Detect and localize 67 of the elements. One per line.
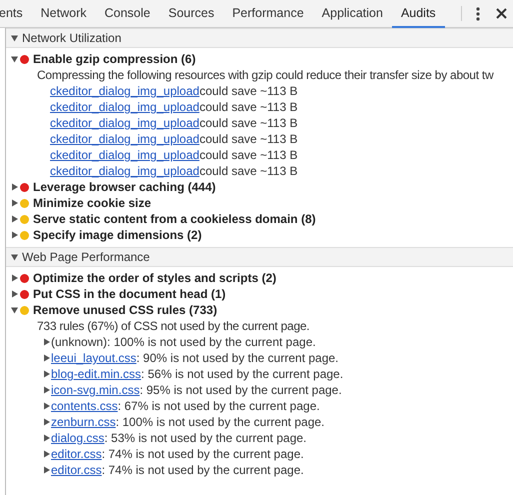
entry-text: (unknown): 100% is not used by the current page.	[51, 334, 316, 351]
disclosure-triangle-icon[interactable]	[11, 274, 18, 282]
entry-text: could save ~113 B	[199, 163, 298, 180]
rule-title[interactable]: Remove unused CSS rules (733)	[33, 301, 218, 319]
resource-link[interactable]: leeui_layout.css	[51, 349, 136, 367]
section-title: Web Page Performance	[22, 249, 150, 266]
disclosure-triangle-icon[interactable]	[43, 434, 50, 442]
resource-link[interactable]: ckeditor_dialog_img_upload	[50, 146, 200, 164]
entry-text: : 100% is not used by the current page.	[116, 414, 325, 431]
entry-text: could save ~113 B	[199, 83, 298, 100]
disclosure-triangle-icon[interactable]	[11, 290, 18, 298]
entry-text: could save ~113 B	[199, 147, 298, 164]
rule-title[interactable]: Serve static content from a cookieless domain (8)	[33, 210, 316, 228]
resource-link[interactable]: blog-edit.min.css	[51, 365, 142, 383]
disclosure-triangle-icon[interactable]	[11, 183, 18, 191]
resource-link[interactable]: ckeditor_dialog_img_upload	[50, 130, 200, 148]
resource-link[interactable]: icon-svg.min.css	[51, 381, 140, 399]
entry-text: : 95% is not used by the current page.	[140, 382, 342, 399]
disclosure-triangle-icon[interactable]	[11, 253, 18, 261]
entry-text: : 90% is not used by the current page.	[136, 350, 339, 367]
rule-title[interactable]: Enable gzip compression (6)	[33, 50, 196, 68]
rule-title[interactable]: Leverage browser caching (444)	[33, 178, 216, 196]
resource-link[interactable]: editor.css	[51, 461, 102, 479]
disclosure-triangle-icon[interactable]	[43, 370, 50, 378]
tab[interactable]: Console	[95, 0, 160, 28]
rule-title[interactable]: Put CSS in the document head (1)	[33, 285, 226, 303]
disclosure-triangle-icon[interactable]	[11, 231, 18, 239]
disclosure-triangle-icon[interactable]	[11, 215, 18, 223]
resource-link[interactable]: dialog.css	[51, 429, 104, 447]
resource-link[interactable]: ckeditor_dialog_img_upload	[50, 114, 200, 132]
entry-text: could save ~113 B	[199, 131, 298, 148]
section-title: Network Utilization	[22, 30, 122, 47]
disclosure-triangle-icon[interactable]	[11, 55, 18, 63]
section-header[interactable]: Web Page Performance	[6, 247, 513, 267]
disclosure-triangle-icon[interactable]	[43, 338, 50, 346]
entry-text: : 56% is not used by the current page.	[141, 366, 344, 383]
disclosure-triangle-icon[interactable]	[11, 199, 18, 207]
entry-text: : 53% is not used by the current page.	[104, 430, 306, 447]
disclosure-triangle-icon[interactable]	[43, 402, 50, 410]
entry-text: could save ~113 B	[199, 115, 298, 132]
resource-link[interactable]: zenburn.css	[51, 413, 116, 431]
resource-link[interactable]: editor.css	[51, 445, 102, 463]
section-header[interactable]: Network Utilization	[6, 28, 513, 48]
disclosure-triangle-icon[interactable]	[43, 450, 50, 458]
entry-text: : 67% is not used by the current page.	[118, 398, 320, 415]
resource-link[interactable]: ckeditor_dialog_img_upload	[50, 162, 200, 180]
resource-link[interactable]: contents.css	[51, 397, 118, 415]
rule-title[interactable]: Minimize cookie size	[33, 194, 152, 212]
disclosure-triangle-icon[interactable]	[11, 34, 18, 42]
rule-title[interactable]: Specify image dimensions (2)	[33, 226, 202, 244]
resource-link[interactable]: ckeditor_dialog_img_upload	[50, 82, 200, 100]
rule-description: Compressing the following resources with gzip could reduce their transfer size by about tw	[36, 67, 495, 83]
disclosure-triangle-icon[interactable]	[43, 466, 50, 474]
resource-link[interactable]: ckeditor_dialog_img_upload	[50, 98, 200, 116]
tab[interactable]: Network	[32, 0, 96, 28]
entry-text: : 74% is not used by the current page.	[102, 462, 304, 479]
rule-description: 733 rules (67%) of CSS not used by the current page.	[36, 318, 310, 334]
disclosure-triangle-icon[interactable]	[43, 386, 50, 394]
entry-text: : 74% is not used by the current page.	[102, 446, 304, 463]
disclosure-triangle-icon[interactable]	[11, 306, 18, 314]
disclosure-triangle-icon[interactable]	[43, 354, 50, 362]
tab[interactable]: Performance	[223, 0, 313, 28]
tab[interactable]: Sources	[159, 0, 224, 28]
disclosure-triangle-icon[interactable]	[43, 418, 50, 426]
entry-text: could save ~113 B	[199, 99, 298, 116]
rule-title[interactable]: Optimize the order of styles and scripts (2)	[33, 269, 276, 287]
tab[interactable]: Application	[312, 0, 392, 28]
